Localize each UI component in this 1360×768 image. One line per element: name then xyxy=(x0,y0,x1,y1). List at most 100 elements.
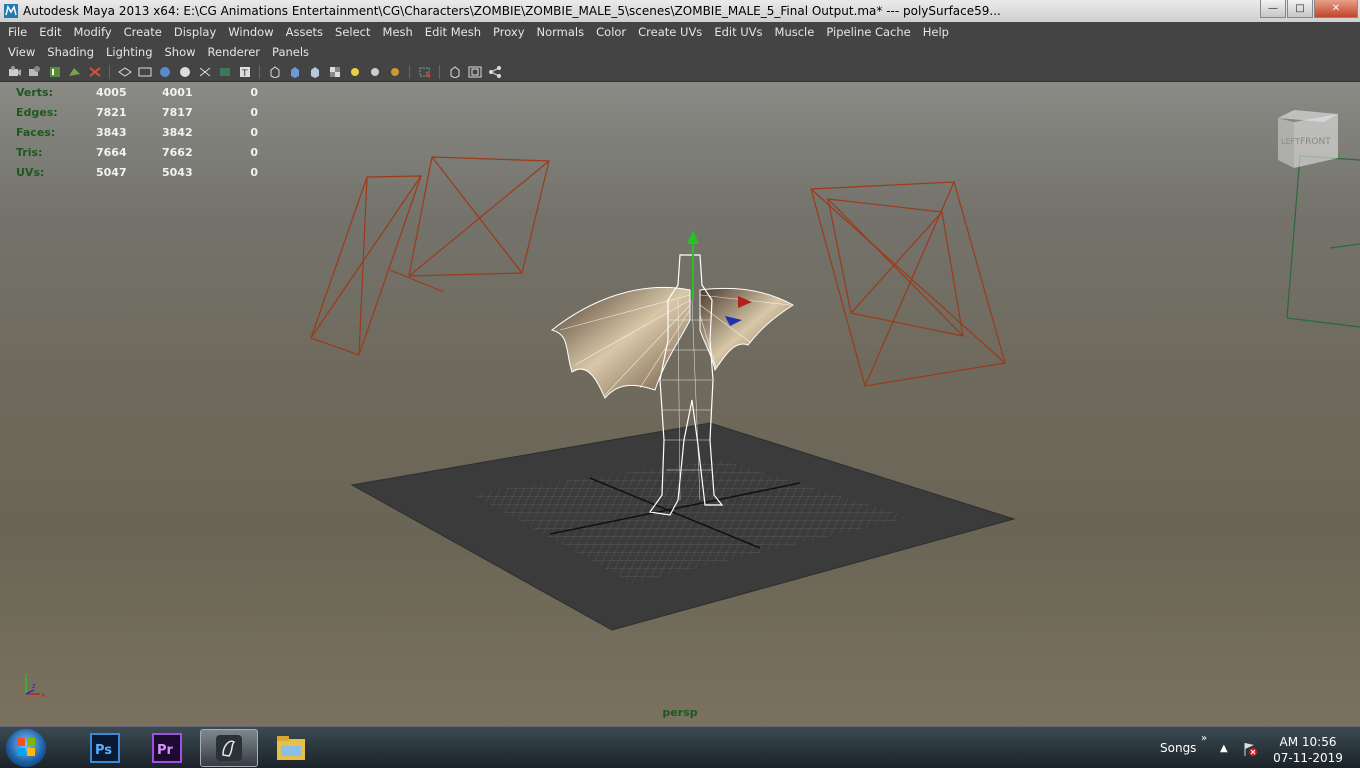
clock-date: 07-11-2019 xyxy=(1273,751,1343,765)
camera-icon[interactable] xyxy=(6,64,23,80)
panel-menu-panels[interactable]: Panels xyxy=(266,45,315,59)
hud-edges-total: 7821 xyxy=(96,105,127,119)
menu-assets[interactable]: Assets xyxy=(280,25,329,39)
menu-normals[interactable]: Normals xyxy=(531,25,591,39)
xray-icon[interactable] xyxy=(176,64,193,80)
shadow-light-icon[interactable] xyxy=(386,64,403,80)
menu-select[interactable]: Select xyxy=(329,25,376,39)
windows-start-icon[interactable] xyxy=(6,729,46,767)
image-plane-icon[interactable] xyxy=(66,64,83,80)
panel-menu-shading[interactable]: Shading xyxy=(41,45,100,59)
title-bar: Autodesk Maya 2013 x64: E:\CG Animations… xyxy=(0,0,1360,22)
menu-color[interactable]: Color xyxy=(590,25,632,39)
use-all-lights-icon[interactable]: T xyxy=(236,64,253,80)
menu-mesh[interactable]: Mesh xyxy=(377,25,419,39)
perspective-viewport[interactable]: Verts: 4005 4001 0 Edges: 7821 7817 0 Fa… xyxy=(0,82,1360,726)
hud-uvs-selected: 5043 xyxy=(162,165,193,179)
action-center-flag-icon[interactable] xyxy=(1242,741,1258,757)
svg-text:T: T xyxy=(241,69,248,78)
poly-count-hud: Verts: 4005 4001 0 Edges: 7821 7817 0 Fa… xyxy=(16,82,258,182)
isolate-select-icon[interactable] xyxy=(286,64,303,80)
menu-display[interactable]: Display xyxy=(168,25,222,39)
hud-faces-tris: 0 xyxy=(250,125,258,139)
ambient-light-icon[interactable] xyxy=(366,64,383,80)
light-icon[interactable] xyxy=(346,64,363,80)
hud-tris-selected: 7662 xyxy=(162,145,193,159)
menu-muscle[interactable]: Muscle xyxy=(769,25,821,39)
film-gate-icon[interactable] xyxy=(446,64,463,80)
hud-verts-selected: 4001 xyxy=(162,85,193,99)
hud-row: Verts: 4005 4001 0 xyxy=(16,82,258,102)
axis-z-label: z xyxy=(32,682,36,690)
textured-icon[interactable] xyxy=(216,64,233,80)
resolution-gate-icon[interactable] xyxy=(306,64,323,80)
move-manipulator-y-arrow[interactable] xyxy=(687,230,699,244)
wireframe-on-shaded-icon[interactable] xyxy=(196,64,213,80)
file-explorer-icon xyxy=(277,736,305,760)
toolbar-separator xyxy=(409,64,410,79)
camera-frame[interactable] xyxy=(1286,155,1360,328)
viewcube-front-label[interactable]: FRONT xyxy=(1300,137,1331,147)
menu-file[interactable]: File xyxy=(2,25,33,39)
file-explorer-taskbar-button[interactable] xyxy=(262,729,320,767)
menu-edit-mesh[interactable]: Edit Mesh xyxy=(419,25,487,39)
right-light-rig[interactable] xyxy=(810,181,1006,387)
field-chart-icon[interactable] xyxy=(326,64,343,80)
minimize-button[interactable]: — xyxy=(1260,0,1286,18)
safe-action-icon[interactable] xyxy=(466,64,483,80)
menu-help[interactable]: Help xyxy=(917,25,955,39)
maya-taskbar-button[interactable] xyxy=(200,729,258,767)
toolbar-separator xyxy=(259,64,260,79)
menu-create-uvs[interactable]: Create UVs xyxy=(632,25,708,39)
menu-window[interactable]: Window xyxy=(222,25,279,39)
panel-menu-renderer[interactable]: Renderer xyxy=(202,45,267,59)
grid-icon[interactable] xyxy=(86,64,103,80)
maya-app-icon xyxy=(4,4,18,18)
select-tool-icon[interactable] xyxy=(416,64,433,80)
axis-x-label: x xyxy=(41,691,45,699)
shadows-icon[interactable] xyxy=(266,64,283,80)
menu-create[interactable]: Create xyxy=(118,25,168,39)
hud-uvs-total: 5047 xyxy=(96,165,127,179)
hud-row: Edges: 7821 7817 0 xyxy=(16,102,258,122)
photoshop-icon: Ps xyxy=(90,733,120,763)
viewcube[interactable]: LEFT FRONT xyxy=(1274,108,1340,170)
hud-uvs-tris: 0 xyxy=(250,165,258,179)
camera-name-label: persp xyxy=(662,706,698,719)
panel-menu-view[interactable]: View xyxy=(2,45,41,59)
hud-faces-total: 3843 xyxy=(96,125,127,139)
panel-menu-show[interactable]: Show xyxy=(159,45,202,59)
default-material-icon[interactable] xyxy=(156,64,173,80)
photoshop-taskbar-button[interactable]: Ps xyxy=(76,729,134,767)
wireframe-icon[interactable] xyxy=(116,64,133,80)
toolbar-separator xyxy=(439,64,440,79)
songs-toolbar[interactable]: Songs xyxy=(1160,741,1196,755)
smooth-shade-icon[interactable] xyxy=(136,64,153,80)
menu-edit-uvs[interactable]: Edit UVs xyxy=(708,25,768,39)
panel-menu-lighting[interactable]: Lighting xyxy=(100,45,158,59)
left-light-rig[interactable] xyxy=(310,156,550,356)
menu-edit[interactable]: Edit xyxy=(33,25,67,39)
share-icon[interactable] xyxy=(486,64,503,80)
hud-verts-total: 4005 xyxy=(96,85,127,99)
menu-pipeline-cache[interactable]: Pipeline Cache xyxy=(820,25,916,39)
hud-tris-total: 7664 xyxy=(96,145,127,159)
menu-proxy[interactable]: Proxy xyxy=(487,25,531,39)
toolbar-expand-chevron[interactable]: » xyxy=(1201,733,1207,744)
hud-faces-label: Faces: xyxy=(16,125,56,139)
premiere-icon: Pr xyxy=(152,733,182,763)
viewcube-left-label[interactable]: LEFT xyxy=(1281,137,1300,146)
camera-attributes-icon[interactable] xyxy=(26,64,43,80)
maximize-button[interactable]: □ xyxy=(1287,0,1313,18)
show-hidden-icons-icon[interactable]: ▲ xyxy=(1220,743,1228,754)
close-button[interactable]: ✕ xyxy=(1314,0,1358,18)
window-title: Autodesk Maya 2013 x64: E:\CG Animations… xyxy=(23,4,1001,18)
menu-modify[interactable]: Modify xyxy=(68,25,118,39)
system-clock[interactable]: AM 10:56 07-11-2019 xyxy=(1268,734,1348,766)
toolbar-separator xyxy=(109,64,110,79)
panel-toolbar: T xyxy=(0,62,1360,82)
hud-row: UVs: 5047 5043 0 xyxy=(16,162,258,182)
premiere-taskbar-button[interactable]: Pr xyxy=(138,729,196,767)
photoshop-label: Ps xyxy=(95,743,112,758)
bookmark-icon[interactable] xyxy=(46,64,63,80)
